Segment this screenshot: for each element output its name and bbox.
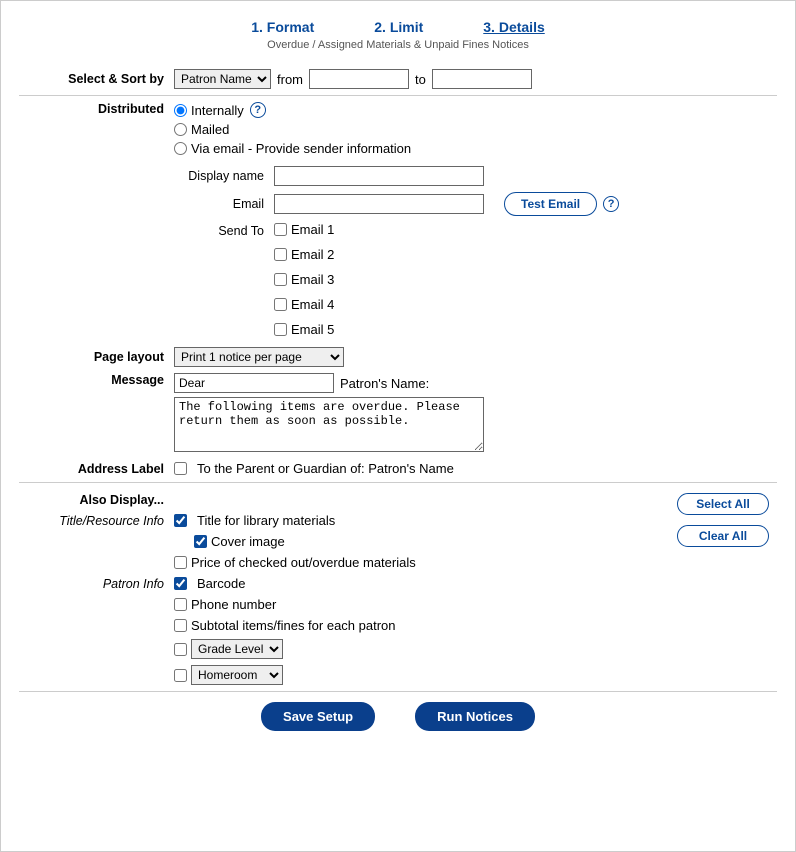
- title-library-checkbox[interactable]: [174, 514, 187, 527]
- clear-all-button[interactable]: Clear All: [677, 525, 769, 547]
- distributed-label: Distributed: [19, 102, 174, 116]
- send-to-email4-label: Email 4: [291, 297, 334, 312]
- phone-label: Phone number: [191, 597, 276, 612]
- price-label: Price of checked out/overdue materials: [191, 555, 416, 570]
- select-all-button[interactable]: Select All: [677, 493, 769, 515]
- message-body-textarea[interactable]: [174, 397, 484, 452]
- display-name-input[interactable]: [274, 166, 484, 186]
- cover-image-label: Cover image: [211, 534, 285, 549]
- from-label: from: [277, 72, 303, 87]
- send-to-email5-label: Email 5: [291, 322, 334, 337]
- barcode-checkbox[interactable]: [174, 577, 187, 590]
- test-email-button[interactable]: Test Email: [504, 192, 597, 216]
- wizard-step-format[interactable]: 1. Format: [251, 19, 314, 35]
- send-to-email1-label: Email 1: [291, 222, 334, 237]
- select-sort-label: Select & Sort by: [19, 72, 174, 86]
- send-to-email2-checkbox[interactable]: [274, 248, 287, 261]
- display-name-label: Display name: [19, 169, 274, 183]
- cover-image-checkbox[interactable]: [194, 535, 207, 548]
- send-to-email5-checkbox[interactable]: [274, 323, 287, 336]
- grade-level-select[interactable]: Grade Level: [191, 639, 283, 659]
- save-setup-button[interactable]: Save Setup: [261, 702, 375, 731]
- send-to-email3-checkbox[interactable]: [274, 273, 287, 286]
- send-to-label: Send To: [19, 222, 274, 238]
- distributed-internally-label: Internally: [191, 103, 244, 118]
- to-input[interactable]: [432, 69, 532, 89]
- email-label: Email: [19, 197, 274, 211]
- wizard-step-details[interactable]: 3. Details: [483, 19, 544, 35]
- select-sort-dropdown[interactable]: Patron Name: [174, 69, 271, 89]
- distributed-email-label: Via email - Provide sender information: [191, 141, 411, 156]
- title-resource-info-label: Title/Resource Info: [19, 514, 174, 528]
- message-salutation-input[interactable]: [174, 373, 334, 393]
- message-label: Message: [19, 373, 174, 387]
- wizard-subtitle: Overdue / Assigned Materials & Unpaid Fi…: [9, 39, 787, 51]
- from-input[interactable]: [309, 69, 409, 89]
- grade-level-checkbox[interactable]: [174, 643, 187, 656]
- address-label-label: Address Label: [19, 462, 174, 476]
- wizard-step-limit[interactable]: 2. Limit: [374, 19, 423, 35]
- send-to-email4-checkbox[interactable]: [274, 298, 287, 311]
- homeroom-checkbox[interactable]: [174, 669, 187, 682]
- send-to-email2-label: Email 2: [291, 247, 334, 262]
- distributed-mailed-radio[interactable]: [174, 123, 187, 136]
- to-label: to: [415, 72, 426, 87]
- email-input[interactable]: [274, 194, 484, 214]
- also-display-heading: Also Display...: [19, 493, 174, 507]
- phone-checkbox[interactable]: [174, 598, 187, 611]
- send-to-email3-label: Email 3: [291, 272, 334, 287]
- title-library-label: Title for library materials: [197, 513, 335, 528]
- distributed-email-radio[interactable]: [174, 142, 187, 155]
- homeroom-select[interactable]: Homeroom: [191, 665, 283, 685]
- subtotal-checkbox[interactable]: [174, 619, 187, 632]
- page-layout-select[interactable]: Print 1 notice per page: [174, 347, 344, 367]
- address-label-text: To the Parent or Guardian of: Patron's N…: [197, 461, 454, 476]
- distributed-internally-radio[interactable]: [174, 104, 187, 117]
- send-to-email1-checkbox[interactable]: [274, 223, 287, 236]
- help-icon[interactable]: ?: [603, 196, 619, 212]
- patron-info-label: Patron Info: [19, 577, 174, 591]
- price-checkbox[interactable]: [174, 556, 187, 569]
- page-layout-label: Page layout: [19, 350, 174, 364]
- distributed-mailed-label: Mailed: [191, 122, 229, 137]
- subtotal-label: Subtotal items/fines for each patron: [191, 618, 396, 633]
- message-suffix: Patron's Name:: [340, 376, 429, 391]
- address-label-checkbox[interactable]: [174, 462, 187, 475]
- help-icon[interactable]: ?: [250, 102, 266, 118]
- barcode-label: Barcode: [197, 576, 245, 591]
- run-notices-button[interactable]: Run Notices: [415, 702, 535, 731]
